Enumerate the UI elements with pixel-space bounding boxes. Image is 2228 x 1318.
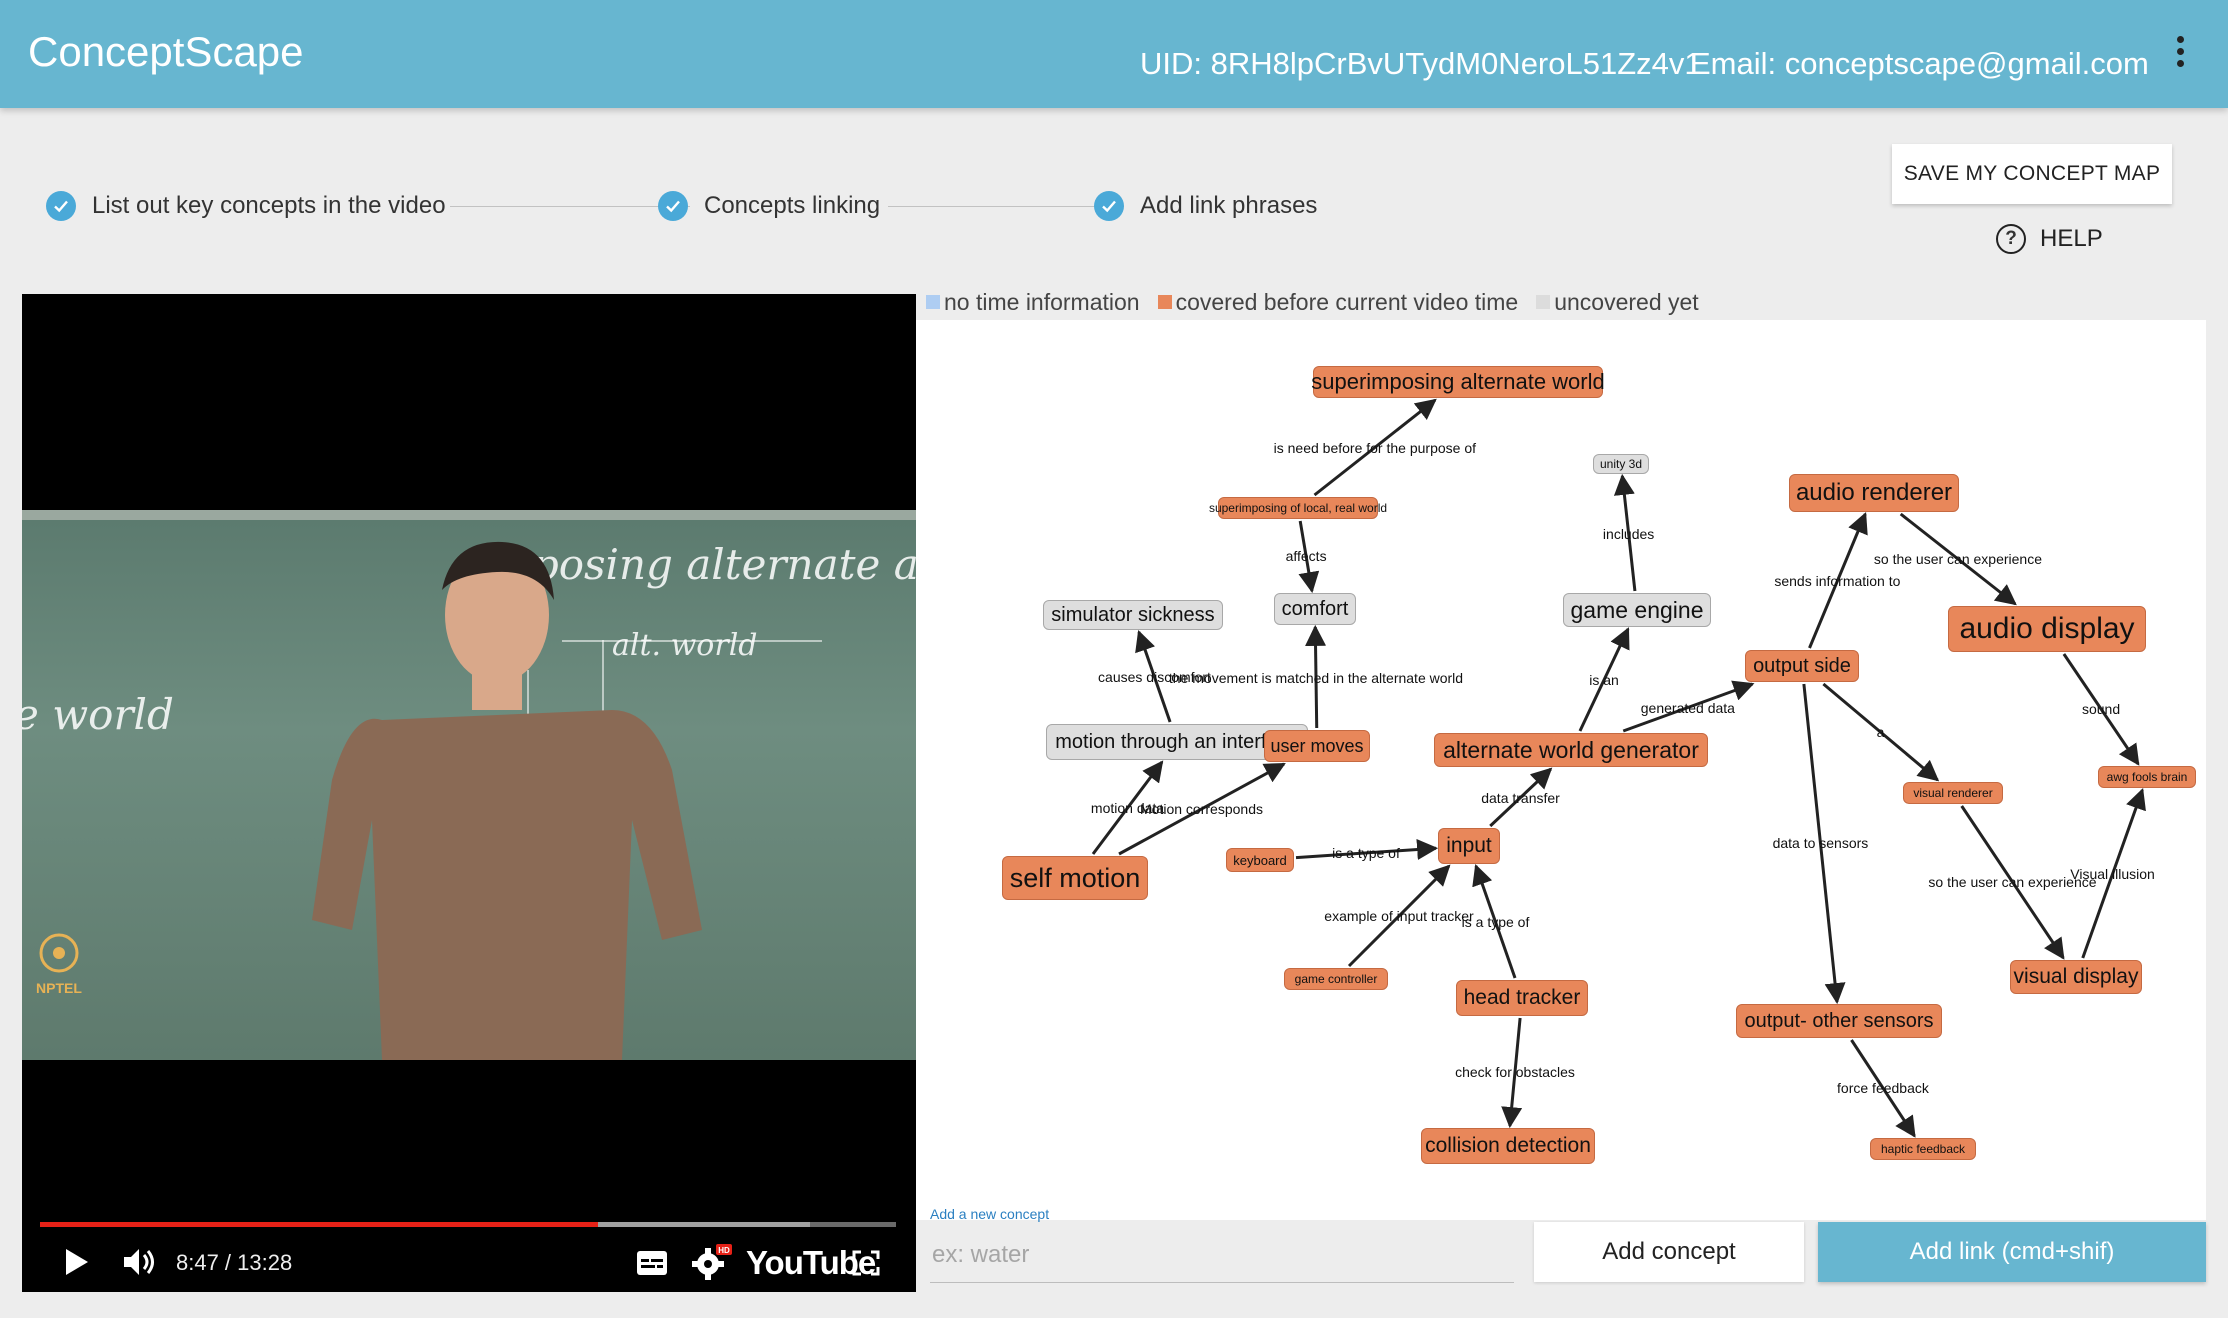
legend-label: covered before current video time bbox=[1175, 288, 1519, 315]
check-circle-icon bbox=[46, 191, 76, 221]
link-phrase[interactable]: includes bbox=[1603, 526, 1654, 542]
save-concept-map-button[interactable]: SAVE MY CONCEPT MAP bbox=[1892, 144, 2172, 204]
captions-icon[interactable] bbox=[636, 1250, 668, 1276]
concept-node-simulator-sickness[interactable]: simulator sickness bbox=[1043, 600, 1223, 630]
link-phrase[interactable]: check for obstacles bbox=[1455, 1064, 1575, 1080]
concept-node-collision[interactable]: collision detection bbox=[1421, 1128, 1595, 1164]
check-circle-icon bbox=[1094, 191, 1124, 221]
link-phrase[interactable]: is need before for the purpose of bbox=[1274, 440, 1476, 456]
concept-node-game-engine[interactable]: game engine bbox=[1563, 593, 1711, 627]
concept-node-audio-renderer[interactable]: audio renderer bbox=[1789, 474, 1959, 512]
concept-node-awg-fools[interactable]: awg fools brain bbox=[2098, 766, 2196, 788]
legend-swatch bbox=[1157, 295, 1172, 309]
link-phrase[interactable]: sound bbox=[2082, 701, 2120, 717]
video-progress-bar[interactable] bbox=[40, 1222, 896, 1227]
hd-badge: HD bbox=[718, 1246, 730, 1255]
volume-icon[interactable] bbox=[122, 1246, 156, 1278]
link-phrase[interactable]: data to sensors bbox=[1773, 835, 1869, 851]
edge-layer bbox=[1091, 398, 2146, 1138]
help-circle-icon: ? bbox=[1996, 224, 2026, 254]
legend-swatch bbox=[1536, 295, 1551, 309]
legend-label: no time information bbox=[944, 288, 1140, 315]
legend-swatch bbox=[926, 295, 940, 309]
concept-node-unity[interactable]: unity 3d bbox=[1593, 454, 1649, 474]
concept-node-comfort[interactable]: comfort bbox=[1274, 593, 1356, 625]
link-phrase[interactable]: generated data bbox=[1641, 700, 1735, 716]
link-phrase[interactable]: is an bbox=[1589, 672, 1619, 688]
concept-node-output-other[interactable]: output- other sensors bbox=[1736, 1004, 1942, 1038]
concept-node-input[interactable]: input bbox=[1438, 828, 1500, 864]
step-connector bbox=[888, 206, 1124, 207]
link-phrase[interactable]: Visual illusion bbox=[2070, 866, 2155, 882]
link-phrase[interactable]: force feedback bbox=[1837, 1080, 1929, 1096]
user-uid: UID: 8RH8lpCrBvUTydM0NeroL51Zz4v1 bbox=[1140, 46, 1702, 81]
add-link-button[interactable]: Add link (cmd+shif) bbox=[1818, 1222, 2206, 1282]
step-connector bbox=[450, 206, 690, 207]
legend-label: uncovered yet bbox=[1554, 288, 1699, 315]
concept-node-visual-display[interactable]: visual display bbox=[2010, 960, 2142, 994]
link-phrase[interactable]: so the user can experience bbox=[1874, 551, 2042, 567]
link-phrase[interactable]: is a type of bbox=[1462, 914, 1530, 930]
step-label: List out key concepts in the video bbox=[92, 192, 446, 219]
video-time: 8:47 / 13:28 bbox=[176, 1250, 293, 1275]
link-phrase[interactable]: data transfer bbox=[1481, 790, 1560, 806]
channel-watermark: NPTEL bbox=[36, 980, 82, 996]
link-phrase[interactable]: example of input tracker bbox=[1324, 908, 1473, 924]
step-add-link-phrases[interactable]: Add link phrases bbox=[1094, 186, 1317, 226]
legend-item: covered before current video time bbox=[1157, 288, 1519, 316]
concept-node-superimposing-local[interactable]: superimposing of local, real world bbox=[1209, 497, 1387, 519]
concept-node-output-side[interactable]: output side bbox=[1745, 650, 1859, 682]
app-title: ConceptScape bbox=[28, 28, 304, 75]
concept-node-self-motion[interactable]: self motion bbox=[1002, 856, 1148, 900]
concept-map-canvas[interactable]: superimposing alternate world superimposi… bbox=[916, 320, 2206, 1220]
link-phrase[interactable]: sends information to bbox=[1774, 573, 1900, 589]
app-bar: ConceptScape UID: 8RH8lpCrBvUTydM0NeroL5… bbox=[0, 0, 2228, 108]
step-label: Concepts linking bbox=[704, 192, 881, 219]
concept-node-user-moves[interactable]: user moves bbox=[1264, 730, 1370, 762]
concept-node-haptic[interactable]: haptic feedback bbox=[1870, 1138, 1976, 1160]
link-phrase[interactable]: Motion corresponds bbox=[1140, 801, 1263, 817]
help-label: HELP bbox=[2040, 225, 2103, 252]
concept-node-audio-display[interactable]: audio display bbox=[1948, 606, 2146, 652]
concept-node-visual-renderer[interactable]: visual renderer bbox=[1903, 782, 2003, 804]
map-legend: no time information covered before curre… bbox=[926, 286, 1717, 318]
check-circle-icon bbox=[658, 191, 688, 221]
help-button[interactable]: ? HELP bbox=[1996, 222, 2103, 256]
video-player[interactable]: mposing alternate and local re e world a… bbox=[22, 294, 916, 1292]
concept-node-awg[interactable]: alternate world generator bbox=[1434, 733, 1708, 767]
lecturer-figure bbox=[312, 541, 702, 1060]
video-controls: 8:47 / 13:28 HD YouTube bbox=[22, 1234, 916, 1290]
new-concept-input[interactable] bbox=[930, 1228, 1514, 1283]
link-phrase[interactable]: is a type of bbox=[1332, 845, 1400, 861]
step-concepts-linking[interactable]: Concepts linking bbox=[658, 186, 880, 226]
fullscreen-icon[interactable] bbox=[852, 1250, 880, 1276]
link-phrase[interactable]: affects bbox=[1286, 548, 1327, 564]
step-label: Add link phrases bbox=[1140, 192, 1318, 219]
progress-stepper: List out key concepts in the video Conce… bbox=[46, 186, 1346, 226]
concept-node-head-tracker[interactable]: head tracker bbox=[1456, 980, 1588, 1016]
concept-node-superimposing[interactable]: superimposing alternate world bbox=[1311, 366, 1605, 398]
link-phrase[interactable]: the movement is matched in the alternate… bbox=[1169, 670, 1463, 686]
settings-gear-icon[interactable]: HD bbox=[692, 1244, 732, 1280]
board-writing: e world bbox=[22, 690, 174, 739]
more-menu-icon[interactable] bbox=[2172, 36, 2188, 76]
play-icon[interactable] bbox=[64, 1248, 90, 1276]
link-phrase[interactable]: a bbox=[1877, 724, 1885, 740]
played-bar bbox=[40, 1222, 599, 1227]
video-frame: mposing alternate and local re e world a… bbox=[22, 510, 916, 1060]
add-concept-button[interactable]: Add concept bbox=[1534, 1222, 1804, 1282]
legend-item: no time information bbox=[926, 289, 1140, 316]
legend-item: uncovered yet bbox=[1536, 288, 1699, 316]
add-concept-hint: Add a new concept bbox=[930, 1206, 1050, 1222]
user-email: Email: conceptscape@gmail.com bbox=[1690, 46, 2149, 81]
nptel-logo-icon bbox=[39, 933, 79, 973]
step-list-concepts[interactable]: List out key concepts in the video bbox=[46, 186, 446, 226]
concept-node-keyboard[interactable]: keyboard bbox=[1226, 848, 1294, 872]
concept-node-game-controller[interactable]: game controller bbox=[1284, 968, 1388, 990]
